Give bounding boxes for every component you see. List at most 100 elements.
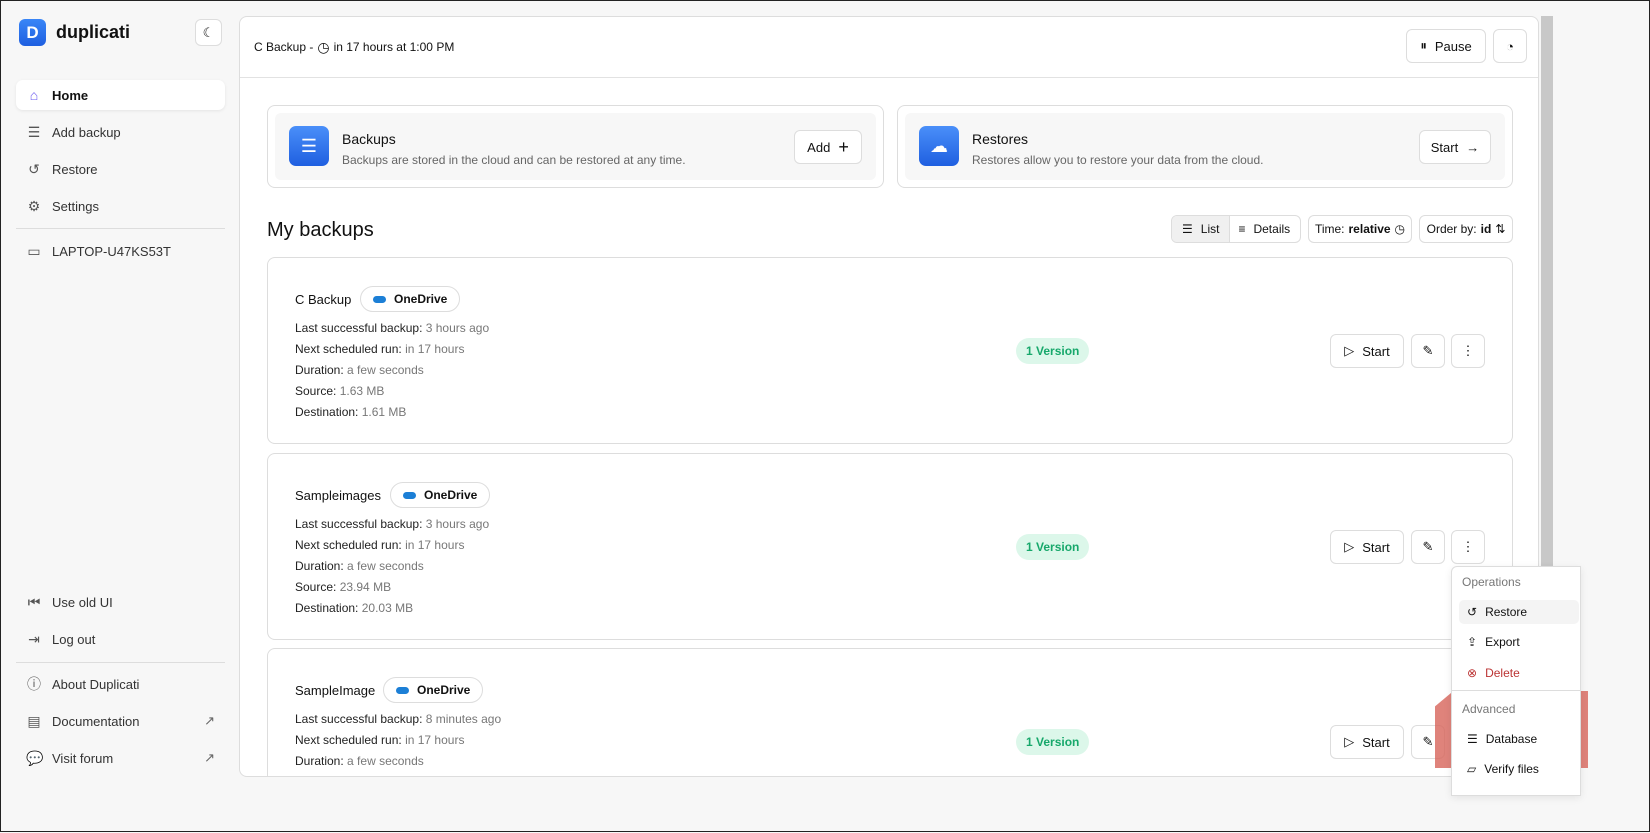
more-options-button[interactable]: ⋮: [1451, 334, 1485, 368]
list-icon: ☰: [1182, 222, 1193, 236]
clock-icon: ◷: [317, 38, 330, 55]
menu-item-database[interactable]: ☰ Database: [1459, 727, 1579, 751]
sidebar-item-restore[interactable]: ↺ Restore: [16, 154, 225, 184]
database-icon: ☰: [27, 123, 41, 140]
info-row-duration: Duration: a few seconds: [295, 360, 489, 381]
view-details-button[interactable]: ≡ Details: [1230, 222, 1298, 236]
next-schedule: in 17 hours at 1:00 PM: [333, 40, 455, 54]
label: Details: [1253, 222, 1291, 236]
info-row-last: Last successful backup: 3 hours ago: [295, 318, 489, 339]
sidebar-item-logout[interactable]: ⇥ Log out: [16, 624, 225, 654]
info-value: a few seconds: [347, 754, 424, 768]
backup-options-menu: Operations ↺ Restore ⇪ Export ⊗ Delete Adva…: [1451, 566, 1581, 796]
menu-item-restore[interactable]: ↺ Restore: [1459, 600, 1579, 624]
clock-icon: ◷: [1394, 222, 1406, 236]
info-label: Destination:: [295, 405, 359, 419]
info-row-destination: Destination: 20.03 MB: [295, 598, 489, 619]
info-label: Last successful backup:: [295, 712, 423, 726]
onedrive-cloud-icon: [403, 491, 416, 499]
label: Verify files: [1484, 762, 1539, 776]
gear-icon: ⚙: [27, 197, 41, 214]
info-value: 3 hours ago: [425, 517, 490, 531]
backup-info: Last successful backup: 3 hours ago Next …: [295, 318, 489, 423]
info-value: 1.61 MB: [361, 405, 407, 419]
pencil-icon: ✎: [1422, 734, 1434, 749]
info-label: Source:: [295, 384, 337, 398]
sidebar-item-about[interactable]: ⓘ About Duplicati: [16, 669, 225, 699]
info-value: in 17 hours: [405, 342, 465, 356]
info-label: Duration:: [295, 559, 344, 573]
verify-icon: ▱: [1467, 762, 1477, 776]
backup-name: C Backup: [295, 292, 352, 307]
info-row-last: Last successful backup: 3 hours ago: [295, 514, 489, 535]
sidebar-item-old-ui[interactable]: ⏮ Use old UI: [16, 587, 225, 617]
add-backup-button[interactable]: Add +: [794, 130, 862, 164]
info-label: Next scheduled run:: [295, 342, 402, 356]
info-value: 20.03 MB: [361, 601, 414, 615]
export-icon: ⇪: [1467, 635, 1478, 649]
destination-badge: OneDrive: [390, 482, 491, 508]
time-format-button[interactable]: Time: relative ◷: [1308, 215, 1412, 243]
edit-button[interactable]: ✎: [1411, 530, 1445, 564]
menu-item-verify[interactable]: ▱ Verify files: [1459, 757, 1579, 781]
sort-icon: ⇅: [1495, 222, 1506, 236]
label: Order by:: [1426, 222, 1477, 236]
history-icon: ↺: [1467, 605, 1478, 619]
label: Delete: [1485, 666, 1520, 680]
label: OneDrive: [417, 683, 471, 697]
sidebar-item-machine[interactable]: ▭ LAPTOP-U47KS53T: [16, 236, 225, 266]
view-list-button[interactable]: ☰ List: [1172, 216, 1231, 242]
label: Restore: [52, 161, 98, 177]
throttle-button[interactable]: ◔: [1493, 29, 1527, 63]
info-value: 8 minutes ago: [425, 712, 502, 726]
pause-button[interactable]: ⏸ Pause: [1406, 29, 1486, 63]
info-row-duration: Duration: a few seconds: [295, 751, 501, 772]
info-label: Next scheduled run:: [295, 733, 402, 747]
info-row-last: Last successful backup: 8 minutes ago: [295, 709, 501, 730]
start-restore-button[interactable]: Start →: [1419, 130, 1491, 164]
info-label: Source:: [295, 580, 337, 594]
logo[interactable]: Dduplicati: [19, 19, 130, 46]
sidebar-item-home[interactable]: ⌂ Home: [16, 80, 225, 110]
sidebar-item-documentation[interactable]: ▤ Documentation ↗: [16, 706, 225, 736]
menu-item-export[interactable]: ⇪ Export: [1459, 630, 1579, 654]
value: relative: [1348, 222, 1391, 236]
dark-mode-toggle[interactable]: ☾: [195, 19, 222, 46]
label: Log out: [52, 631, 96, 647]
label: Add backup: [52, 124, 121, 140]
divider: [16, 662, 225, 663]
restores-card: ☁ Restores Restores allow you to restore…: [897, 105, 1513, 188]
speedometer-icon: ◔: [1506, 38, 1514, 54]
sidebar-item-forum[interactable]: 💬 Visit forum ↗: [16, 743, 225, 773]
label: Add: [807, 139, 831, 155]
start-backup-button[interactable]: ▷ Start: [1330, 530, 1404, 564]
backup-info: Last successful backup: 3 hours ago Next …: [295, 514, 489, 619]
label: Start: [1362, 734, 1390, 750]
backup-item: Sampleimages OneDrive Last successful ba…: [267, 453, 1513, 640]
onedrive-cloud-icon: [373, 295, 386, 303]
logout-icon: ⇥: [28, 630, 40, 647]
menu-item-delete[interactable]: ⊗ Delete: [1459, 661, 1579, 685]
label: Pause: [1434, 38, 1472, 54]
app-name: duplicati: [56, 22, 131, 42]
sidebar-item-add-backup[interactable]: ☰ Add backup: [16, 117, 225, 147]
label: LAPTOP-U47KS53T: [52, 243, 171, 259]
play-icon: ▷: [1344, 734, 1355, 749]
destination-badge: OneDrive: [360, 286, 461, 312]
current-backup: C Backup -: [254, 40, 314, 54]
backup-item: C Backup OneDrive Last successful backup…: [267, 257, 1513, 444]
plus-icon: +: [838, 136, 849, 157]
scrollbar[interactable]: [1541, 16, 1553, 566]
start-backup-button[interactable]: ▷ Start: [1330, 334, 1404, 368]
info-label: Last successful backup:: [295, 321, 423, 335]
cloud-check-icon: ☁: [919, 126, 959, 166]
start-backup-button[interactable]: ▷ Start: [1330, 725, 1404, 759]
order-by-button[interactable]: Order by: id ⇅: [1419, 215, 1513, 243]
play-icon: ▷: [1344, 343, 1355, 358]
more-options-button[interactable]: ⋮: [1451, 530, 1485, 564]
menu-heading: Operations: [1462, 575, 1521, 589]
sidebar-item-settings[interactable]: ⚙ Settings: [16, 191, 225, 221]
pencil-icon: ✎: [1422, 539, 1434, 554]
edit-button[interactable]: ✎: [1411, 334, 1445, 368]
label: Start: [1430, 139, 1459, 155]
